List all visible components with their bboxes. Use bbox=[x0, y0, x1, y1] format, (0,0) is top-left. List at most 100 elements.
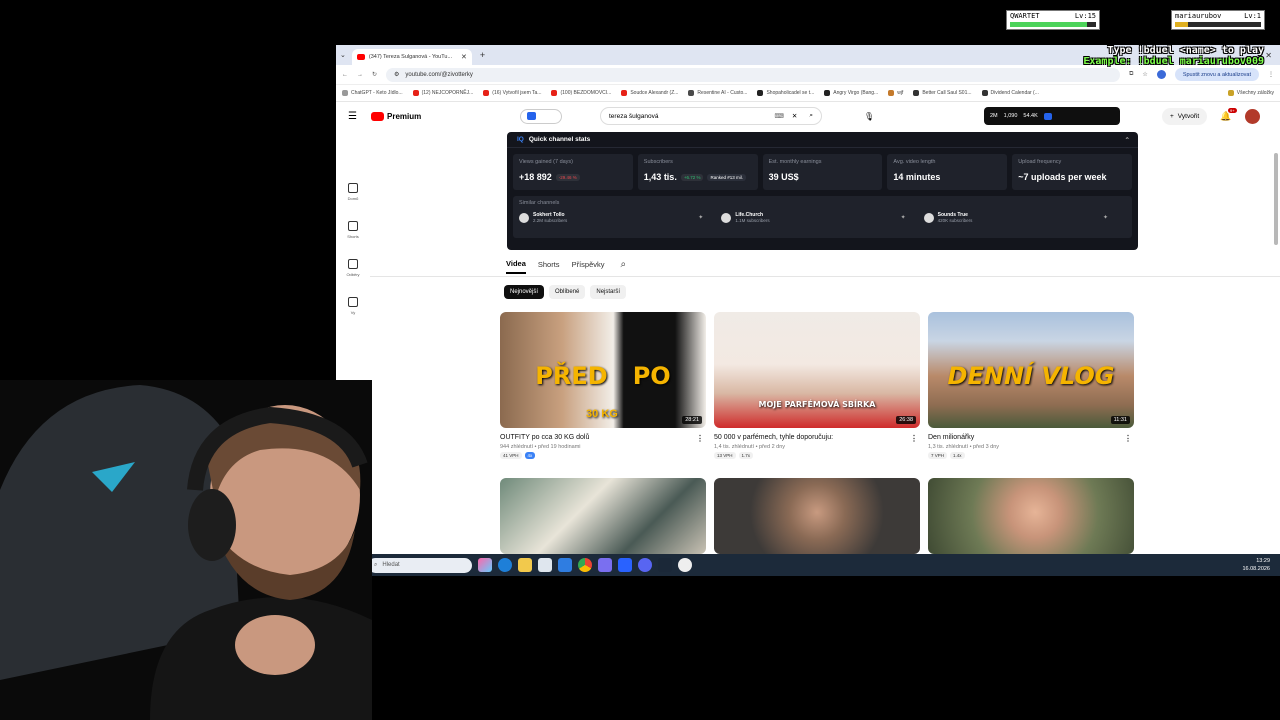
similar-channel[interactable]: Sokhert Tollo 2.2M subscribers ✦ bbox=[519, 212, 721, 223]
taskbar-search[interactable]: ⌕ Hledat bbox=[368, 557, 472, 573]
teams-icon[interactable] bbox=[598, 558, 612, 572]
thumbnail-text: DENNÍ VLOG bbox=[947, 362, 1115, 390]
create-label: Vytvořit bbox=[1177, 112, 1200, 120]
video-card[interactable] bbox=[500, 478, 706, 554]
clear-search-icon[interactable]: ✕ bbox=[792, 112, 797, 120]
vidiq-toggle[interactable] bbox=[520, 108, 562, 124]
collapse-icon[interactable]: ⌃ bbox=[1125, 136, 1130, 144]
tab-youtube[interactable]: (347) Tereza Šulganová - YouTu... ✕ bbox=[351, 49, 472, 65]
discord-icon[interactable] bbox=[638, 558, 652, 572]
pin-icon[interactable]: ✦ bbox=[698, 214, 703, 221]
sort-chip[interactable]: Nejnovější bbox=[504, 285, 545, 299]
create-button[interactable]: + Vytvořit bbox=[1162, 107, 1208, 125]
thumbnail-text: MOJE PARFÉMOVÁ SBÍRKA bbox=[758, 400, 876, 409]
bookmark-item[interactable]: Better Call Saul S01... bbox=[913, 90, 972, 96]
bookmark-item[interactable]: ChatGPT - Keto Jídlo... bbox=[342, 90, 403, 96]
browser-menu-icon[interactable]: ⋮ bbox=[1268, 71, 1274, 78]
bookmark-item[interactable]: Angry Virgo (Bang... bbox=[824, 90, 878, 96]
youtube-logo[interactable]: Premium bbox=[371, 111, 421, 121]
video-thumbnail[interactable] bbox=[928, 478, 1134, 554]
stat-value-row: 14 minutes bbox=[893, 172, 1001, 182]
app-icon[interactable] bbox=[678, 558, 692, 572]
video-card[interactable] bbox=[714, 478, 920, 554]
video-title[interactable]: Den milionářky ⋮ bbox=[928, 434, 1134, 443]
chrome-icon[interactable] bbox=[578, 558, 592, 572]
menu-icon[interactable]: ☰ bbox=[348, 111, 357, 122]
channel-tab[interactable]: Shorts bbox=[538, 260, 560, 269]
bookmark-label: ChatGPT - Keto Jídlo... bbox=[351, 90, 403, 96]
bookmark-item[interactable]: wjf bbox=[888, 90, 903, 96]
microphone-icon[interactable]: 🎙 bbox=[864, 112, 874, 121]
video-thumbnail[interactable]: PŘED PO 30 KG 28:21 bbox=[500, 312, 706, 428]
bookmark-favicon-icon bbox=[888, 90, 895, 96]
sort-chip[interactable]: Nejstarší bbox=[590, 285, 627, 299]
back-icon[interactable]: ← bbox=[342, 72, 348, 78]
similar-channel[interactable]: Sounds True 420K subscribers ✦ bbox=[923, 212, 1126, 223]
close-tab-icon[interactable]: ✕ bbox=[461, 53, 467, 61]
guide-label: Domů bbox=[347, 196, 359, 201]
channel-tab[interactable]: Příspěvky bbox=[572, 260, 605, 269]
pin-icon[interactable]: ✦ bbox=[901, 214, 906, 221]
edge-icon[interactable] bbox=[498, 558, 512, 572]
sort-chip[interactable]: Oblíbené bbox=[549, 285, 586, 299]
update-restart-button[interactable]: Spustit znovu a aktualizovat bbox=[1174, 68, 1259, 81]
tab-list-chevron-icon[interactable]: ⌄ bbox=[340, 51, 346, 59]
app-icon[interactable] bbox=[618, 558, 632, 572]
account-avatar[interactable] bbox=[1245, 108, 1260, 124]
guide-item[interactable]: Odběry bbox=[336, 249, 370, 287]
guide-item[interactable]: Domů bbox=[336, 173, 370, 211]
pin-icon[interactable]: ✦ bbox=[1103, 214, 1108, 221]
more-options-icon[interactable]: ⋮ bbox=[1124, 434, 1132, 443]
forward-icon[interactable]: → bbox=[357, 72, 363, 78]
bookmark-favicon-icon bbox=[412, 90, 419, 96]
guide-item[interactable]: Shorts bbox=[336, 211, 370, 249]
file-explorer-icon[interactable] bbox=[518, 558, 532, 572]
video-title[interactable]: 50 000 v parfémech, tyhle doporučuju: ⋮ bbox=[714, 434, 920, 443]
extensions-icon[interactable]: ⧉ bbox=[1129, 71, 1133, 78]
search-input[interactable]: tereza šulganová bbox=[609, 113, 775, 120]
stats-cards: Views gained (7 days) +18 892 -29.46 % Subs… bbox=[507, 148, 1138, 190]
search-icon[interactable]: ⌕ bbox=[809, 112, 813, 120]
video-title[interactable]: OUTFITY po cca 30 KG dolů ⋮ bbox=[500, 434, 706, 443]
similar-channel[interactable]: Life.Church 1.1M subscribers ✦ bbox=[721, 212, 923, 223]
video-thumbnail[interactable] bbox=[500, 478, 706, 554]
video-card[interactable]: DENNÍ VLOG 11:31 Den milionářky ⋮ 1,3 tis. z… bbox=[928, 312, 1134, 459]
bookmark-item[interactable]: Dividend Calendar (... bbox=[981, 90, 1039, 96]
mail-icon[interactable] bbox=[558, 558, 572, 572]
more-options-icon[interactable]: ⋮ bbox=[910, 434, 918, 443]
new-tab-icon[interactable]: + bbox=[480, 50, 485, 60]
search-icon[interactable]: ⌕ bbox=[621, 259, 627, 270]
video-thumbnail[interactable] bbox=[714, 478, 920, 554]
page-scrollbar[interactable] bbox=[1274, 153, 1278, 245]
keyboard-icon[interactable]: ⌨ bbox=[775, 112, 784, 120]
bookmark-item[interactable]: (100) BEZDOMOVCI... bbox=[551, 90, 611, 96]
url-field[interactable]: ⚙ youtube.com/@zivotterky bbox=[386, 67, 1121, 82]
bookmark-item[interactable]: (12) NEJCOPORNĚJ... bbox=[412, 90, 473, 96]
store-icon[interactable] bbox=[538, 558, 552, 572]
channel-tab[interactable]: Videa bbox=[506, 259, 526, 274]
clock[interactable]: 13:29 16.08.2026 bbox=[1242, 557, 1270, 573]
video-card[interactable]: PŘED PO 30 KG 28:21 OUTFITY po cca 30 KG do… bbox=[500, 312, 706, 459]
video-meta: 944 zhlédnutí • před 19 hodinami bbox=[500, 444, 581, 450]
guide-item[interactable]: Vy bbox=[336, 287, 370, 325]
profile-avatar[interactable] bbox=[1156, 70, 1166, 79]
search-box[interactable]: tereza šulganová ⌨ ✕ ⌕ bbox=[600, 107, 822, 125]
bookmark-item[interactable]: Všechny záložky bbox=[1227, 90, 1274, 96]
video-card[interactable] bbox=[928, 478, 1134, 554]
bookmark-item[interactable]: Resentine AI - Custo... bbox=[688, 90, 747, 96]
video-card[interactable]: MOJE PARFÉMOVÁ SBÍRKA 26:38 50 000 v parfé… bbox=[714, 312, 920, 459]
site-info-icon[interactable]: ⚙ bbox=[394, 71, 399, 78]
steam-icon[interactable] bbox=[658, 558, 672, 572]
close-window-icon[interactable]: ✕ bbox=[1265, 51, 1272, 60]
video-thumbnail[interactable]: MOJE PARFÉMOVÁ SBÍRKA 26:38 bbox=[714, 312, 920, 428]
more-options-icon[interactable]: ⋮ bbox=[696, 434, 704, 443]
bookmark-star-icon[interactable]: ☆ bbox=[1142, 71, 1147, 78]
bookmark-item[interactable]: (16) Vytvořil jsem Ta... bbox=[483, 90, 541, 96]
bookmark-item[interactable]: Shopaholicadel se t... bbox=[757, 90, 814, 96]
video-meta: 1,4 tis. zhlédnutí • před 2 dny bbox=[714, 444, 786, 450]
video-thumbnail[interactable]: DENNÍ VLOG 11:31 bbox=[928, 312, 1134, 428]
reload-icon[interactable]: ↻ bbox=[372, 71, 377, 78]
copilot-icon[interactable] bbox=[478, 558, 492, 572]
multiplier-tag: 1.4x bbox=[950, 452, 965, 459]
bookmark-item[interactable]: Soudce Alexandr (Z... bbox=[621, 90, 678, 96]
